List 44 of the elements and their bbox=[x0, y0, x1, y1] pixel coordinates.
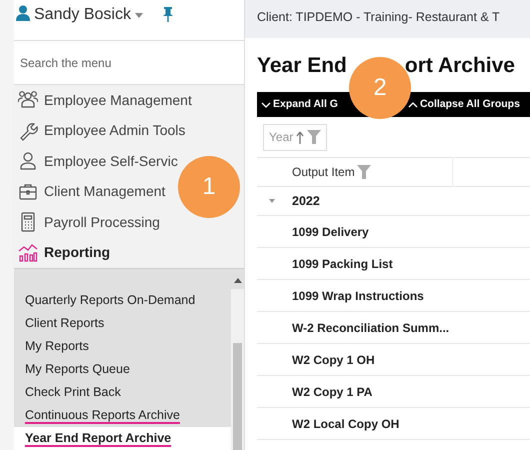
chart-icon bbox=[18, 242, 38, 263]
filter-icon[interactable] bbox=[356, 165, 371, 179]
user-menu[interactable]: Sandy Bosick bbox=[34, 5, 143, 25]
table-cell-text: W2 Copy 1 PA bbox=[292, 384, 372, 400]
submenu-item[interactable]: Client Reports bbox=[14, 312, 231, 335]
search-field[interactable]: Search the menu bbox=[14, 40, 244, 85]
menu-item[interactable]: Employee Management bbox=[44, 90, 192, 111]
scroll-up-icon[interactable] bbox=[234, 277, 242, 283]
sort-up-icon[interactable] bbox=[296, 130, 304, 144]
menu-item[interactable]: Client Management bbox=[44, 181, 166, 202]
client-bar: Client: TIPDEMO - Training- Restaurant & T bbox=[245, 0, 530, 38]
submenu-item[interactable]: Quarterly Reports On-Demand bbox=[14, 289, 231, 312]
submenu-item[interactable]: My Reports bbox=[14, 335, 231, 358]
expand-button[interactable]: Expand All G bbox=[261, 96, 338, 112]
chevron-up-icon bbox=[408, 100, 418, 108]
column-header[interactable]: Output Item bbox=[257, 158, 453, 186]
filter-icon[interactable] bbox=[307, 130, 322, 144]
page-title: ort Archive bbox=[404, 53, 515, 79]
pin-icon[interactable] bbox=[162, 6, 173, 22]
wrench-icon bbox=[18, 120, 38, 141]
submenu-item[interactable]: Check Print Back bbox=[14, 381, 231, 404]
table-cell-text: 1099 Wrap Instructions bbox=[292, 288, 424, 304]
expand-arrow-icon[interactable] bbox=[269, 199, 275, 203]
table-cell-text: W-2 Reconciliation Summ... bbox=[292, 320, 450, 336]
page-title: Year End bbox=[257, 53, 347, 79]
group-label: 2022 bbox=[292, 192, 320, 210]
submenu-item[interactable]: Year End Report Archive bbox=[14, 427, 231, 450]
person-icon bbox=[18, 151, 38, 172]
menu-item[interactable]: Employee Self-Servic bbox=[44, 150, 178, 172]
table-cell-text: 1099 Packing List bbox=[292, 256, 393, 272]
briefcase-icon bbox=[18, 182, 38, 202]
submenu-item[interactable]: Continuous Reports Archive bbox=[14, 404, 231, 427]
menu-item[interactable]: Reporting bbox=[44, 242, 110, 264]
people-icon bbox=[18, 90, 38, 110]
chevron-down-icon bbox=[261, 100, 271, 108]
submenu-item[interactable]: My Reports Queue bbox=[14, 358, 231, 381]
caret-icon bbox=[134, 12, 143, 18]
menu-item[interactable]: Payroll Processing bbox=[44, 212, 160, 233]
menu-item[interactable]: Employee Admin Tools bbox=[44, 120, 186, 142]
collapse-button[interactable]: Collapse All Groups bbox=[408, 96, 520, 112]
table-cell-text: W2 Copy 1 OH bbox=[292, 352, 375, 368]
table-cell-text: W2 Local Copy OH bbox=[292, 416, 400, 432]
user-icon bbox=[16, 5, 30, 21]
table-cell-text: 1099 Delivery bbox=[292, 224, 369, 240]
